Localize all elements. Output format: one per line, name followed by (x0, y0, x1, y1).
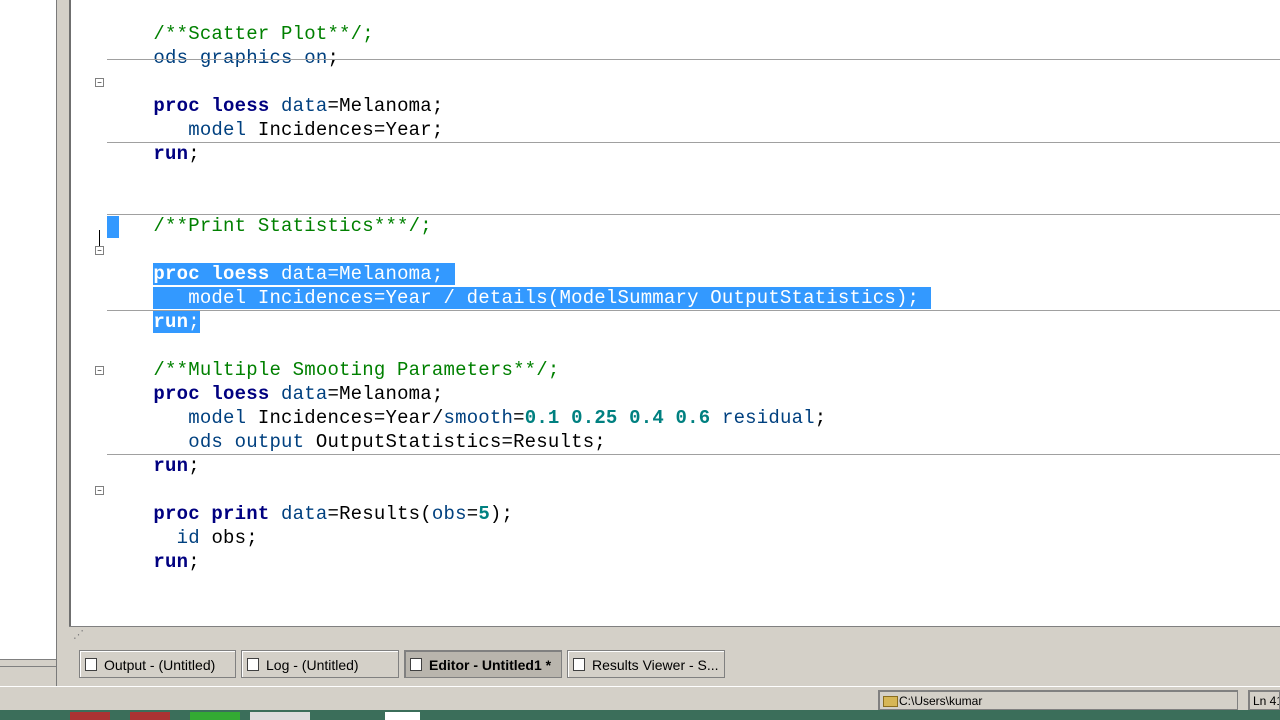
program-editor[interactable]: /**Scatter Plot**/; ods graphics on; − p… (69, 0, 1280, 626)
code-line[interactable]: run; (107, 118, 200, 165)
collapse-icon[interactable]: − (95, 366, 104, 375)
code-line[interactable]: ods output OutputStatistics=Results; (107, 406, 606, 453)
code-line[interactable]: model Incidences=Year; (107, 94, 443, 141)
tab-output[interactable]: Output - (Untitled) (79, 650, 236, 678)
window-tab-bar: Output - (Untitled) Log - (Untitled) Edi… (69, 640, 1280, 686)
explorer-pane-footer (0, 659, 56, 686)
code-line[interactable]: run; (107, 526, 200, 573)
code-token: ; (188, 143, 200, 165)
code-token: on (304, 47, 328, 69)
step-divider (107, 310, 1280, 311)
code-token: residual (710, 407, 815, 429)
code-line[interactable]: id obs; (107, 502, 258, 549)
code-line[interactable]: proc print data=Results(obs=5); (107, 478, 513, 525)
collapse-icon[interactable]: − (95, 78, 104, 87)
comment-text: /**Print Statistics***/; (153, 215, 432, 237)
current-folder[interactable]: C:\Users\kumar (878, 690, 1238, 710)
results-viewer-icon (573, 658, 585, 671)
code-token: run (153, 455, 189, 477)
code-token: model Incidences=Year / details(ModelSum… (153, 287, 920, 309)
pane-splitter[interactable] (57, 0, 69, 640)
tab-label: Output - (Untitled) (104, 657, 216, 673)
code-token: run (153, 311, 189, 333)
code-line[interactable]: model Incidences=Year / details(ModelSum… (107, 262, 931, 309)
code-token: ; (188, 455, 200, 477)
code-line[interactable]: ods graphics on; (107, 22, 339, 69)
horizontal-scrollbar[interactable]: ⋰ (69, 626, 1280, 641)
code-line[interactable]: /**Print Statistics***/; (107, 190, 432, 237)
code-line[interactable]: run; (107, 286, 200, 333)
tab-label: Editor - Untitled1 * (429, 657, 552, 673)
code-token: run (153, 143, 189, 165)
collapse-icon[interactable]: − (95, 486, 104, 495)
code-token: =Results( (327, 503, 432, 525)
code-token: obs; (199, 527, 258, 549)
step-divider (107, 214, 1280, 215)
status-bar: C:\Users\kumar Ln 41 (0, 686, 1280, 711)
selection-highlight (107, 216, 119, 238)
line-column-indicator: Ln 41 (1248, 690, 1280, 710)
step-divider (107, 142, 1280, 143)
output-icon (85, 658, 97, 671)
code-token: ; (814, 407, 827, 429)
code-line[interactable]: /**Multiple Smooting Parameters**/; (107, 334, 560, 381)
code-line[interactable]: run; (107, 430, 200, 477)
folder-icon (883, 696, 898, 707)
collapse-icon[interactable]: − (95, 246, 104, 255)
step-divider (107, 454, 1280, 455)
log-icon (247, 658, 259, 671)
code-token: 5 (478, 503, 490, 525)
code-token: run (153, 551, 189, 573)
tab-log[interactable]: Log - (Untitled) (241, 650, 399, 678)
code-token: ; (188, 311, 200, 333)
tab-results-viewer[interactable]: Results Viewer - S... (567, 650, 725, 678)
code-token: OutputStatistics=Results; (304, 431, 606, 453)
code-line[interactable]: model Incidences=Year/smooth=0.1 0.25 0.… (107, 382, 826, 429)
code-token: data (269, 503, 328, 525)
code-token: ; (327, 47, 340, 69)
code-token: obs (431, 503, 467, 525)
code-token: ods graphics (153, 47, 305, 69)
code-token: ; (188, 551, 200, 573)
line-number: Ln 41 (1253, 694, 1279, 708)
code-line[interactable]: proc loess data=Melanoma; (107, 70, 444, 117)
explorer-pane (0, 0, 57, 686)
text-cursor-icon (99, 230, 100, 246)
code-line[interactable]: proc loess data=Melanoma; (107, 358, 444, 405)
tab-label: Results Viewer - S... (592, 657, 719, 673)
code-line[interactable]: proc loess data=Melanoma; (107, 238, 456, 285)
os-taskbar (0, 710, 1280, 720)
code-token: Incidences=Year; (246, 119, 444, 141)
step-divider (107, 59, 1280, 60)
editor-icon (410, 658, 422, 671)
tab-editor[interactable]: Editor - Untitled1 * (404, 650, 562, 678)
tab-label: Log - (Untitled) (266, 657, 359, 673)
folder-path: C:\Users\kumar (899, 694, 983, 708)
code-token: = (466, 503, 479, 525)
code-token: ); (489, 503, 514, 525)
code-line[interactable]: /**Scatter Plot**/; (107, 0, 374, 45)
